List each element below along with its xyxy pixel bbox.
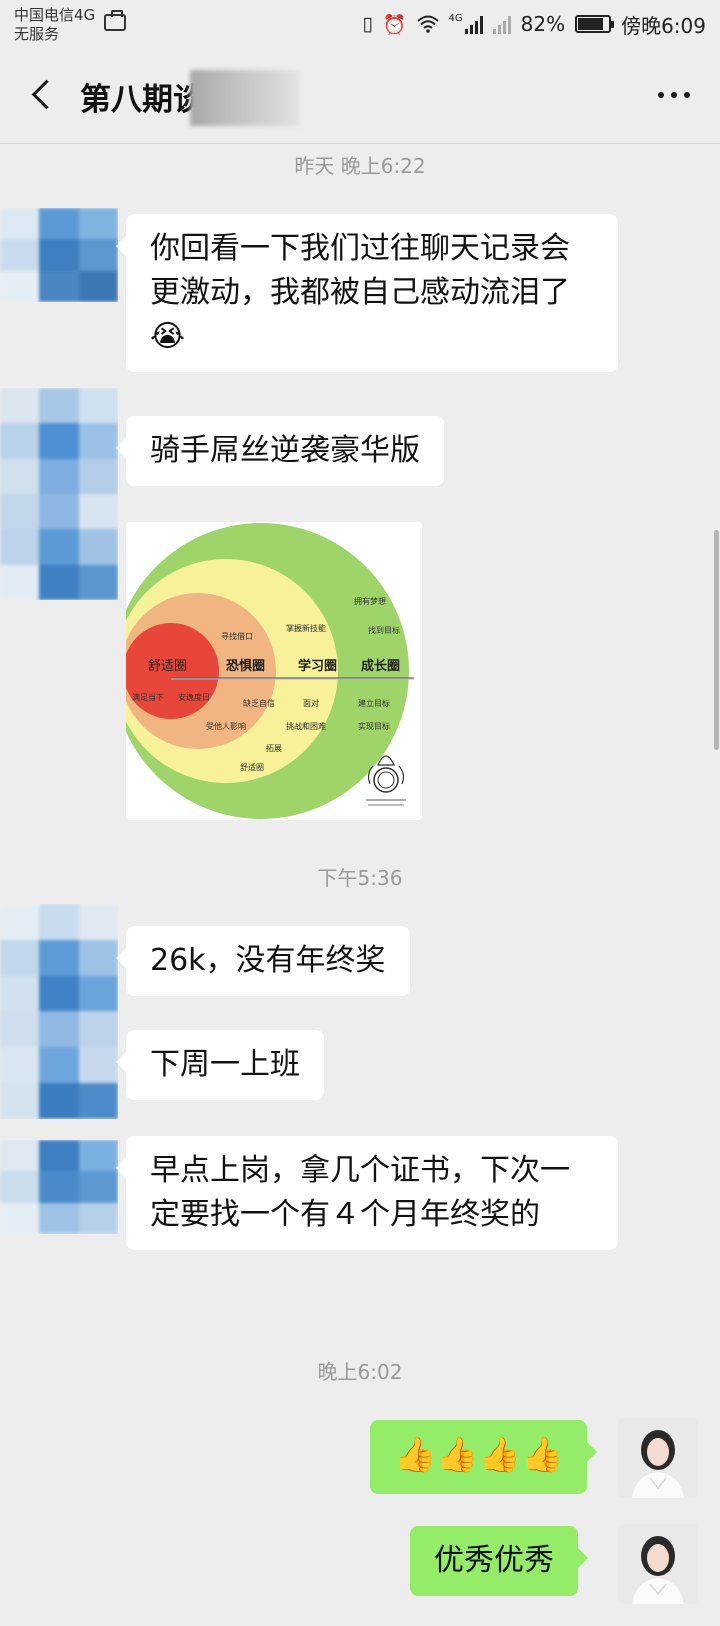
- comfort-zone-diagram: 舒适圈 恐惧圈 学习圈 成长圈 寻找借口 满足当下 缺乏自信 受他人影响 安逸度…: [126, 522, 422, 820]
- network-type: 4G: [448, 13, 463, 24]
- vibrate-icon: ▯: [362, 13, 373, 35]
- chat-header: 第八期谈: [0, 48, 720, 144]
- diagram-note: 拥有梦想: [354, 596, 386, 606]
- diagram-note: 拓展: [266, 743, 282, 753]
- diagram-note: 建立目标: [358, 698, 390, 708]
- zone-label-learning: 学习圈: [298, 658, 337, 674]
- carrier-info: 中国电信4G 无服务: [14, 6, 95, 44]
- diagram-note: 舒适圈: [240, 762, 264, 772]
- message-text: 下周一上班: [150, 1047, 300, 1082]
- timestamp: 晚上6:02: [317, 1360, 403, 1384]
- chat-title[interactable]: 第八期谈: [80, 74, 204, 119]
- diagram-note: 满足当下: [132, 692, 164, 702]
- scrollbar[interactable]: [714, 530, 719, 750]
- work-profile-icon: [104, 10, 126, 31]
- message-bubble[interactable]: 26k，没有年终奖: [116, 926, 410, 996]
- diagram-note: 安逸度日: [178, 692, 210, 702]
- my-message-bubble[interactable]: 优秀优秀: [410, 1526, 588, 1596]
- zone-label-growth: 成长圈: [361, 658, 400, 674]
- status-icons: ▯ ⏰ 4G 82% 傍晚6:09: [362, 10, 706, 38]
- diagram-note: 受他人影响: [206, 721, 246, 731]
- signal-icon: 4G: [449, 14, 483, 34]
- thumbs-up-icon: 👍👍👍👍: [394, 1435, 564, 1475]
- message-text: 骑手屌丝逆袭豪华版: [150, 433, 420, 468]
- diagram-note: 挑战和困难: [286, 721, 326, 731]
- sender-avatar[interactable]: [0, 1140, 118, 1234]
- diagram-note: 掌握新技能: [286, 623, 326, 633]
- more-options-icon[interactable]: [658, 92, 690, 98]
- sender-avatar[interactable]: [0, 208, 118, 302]
- status-bar: 中国电信4G 无服务 ▯ ⏰ 4G 82% 傍晚6:09: [0, 0, 720, 48]
- message-text: 早点上岗，拿几个证书，下次一定要找一个有４个月年终奖的: [150, 1153, 570, 1232]
- carrier-name: 中国电信4G: [14, 6, 96, 24]
- my-avatar[interactable]: [618, 1524, 698, 1604]
- diagram-note: 找到目标: [368, 625, 400, 635]
- clock: 傍晚6:09: [621, 13, 706, 38]
- zone-label-comfort: 舒适圈: [148, 659, 187, 674]
- wifi-icon: [416, 15, 439, 33]
- service-status: 无服务: [14, 25, 60, 43]
- battery-icon: [575, 15, 615, 33]
- zone-label-fear: 恐惧圈: [226, 658, 265, 674]
- sender-avatar[interactable]: [0, 388, 118, 600]
- signal-icon-2: [492, 14, 511, 34]
- title-redaction: [190, 70, 300, 126]
- my-avatar[interactable]: [618, 1418, 698, 1498]
- diagram-note: 实现目标: [358, 721, 390, 731]
- sender-avatar[interactable]: [0, 904, 118, 1119]
- message-text: 你回看一下我们过往聊天记录会更激动，我都被自己感动流泪了😭: [150, 231, 570, 354]
- image-message[interactable]: 舒适圈 恐惧圈 学习圈 成长圈 寻找借口 满足当下 缺乏自信 受他人影响 安逸度…: [126, 522, 422, 820]
- avatar-photo: [618, 1418, 698, 1498]
- timestamp: 下午5:36: [317, 866, 403, 890]
- message-text: 优秀优秀: [434, 1543, 554, 1578]
- back-arrow-icon[interactable]: [26, 78, 62, 114]
- message-bubble[interactable]: 下周一上班: [116, 1030, 324, 1100]
- avatar-photo: [618, 1524, 698, 1604]
- diagram-note: 缺乏自信: [243, 698, 275, 708]
- alarm-icon: ⏰: [382, 13, 407, 36]
- message-bubble[interactable]: 早点上岗，拿几个证书，下次一定要找一个有４个月年终奖的: [116, 1136, 618, 1250]
- message-bubble[interactable]: 你回看一下我们过往聊天记录会更激动，我都被自己感动流泪了😭: [116, 214, 618, 372]
- timestamp: 昨天 晚上6:22: [294, 154, 426, 178]
- diagram-note: 寻找借口: [221, 631, 253, 641]
- message-bubble[interactable]: 骑手屌丝逆袭豪华版: [116, 416, 444, 486]
- message-text: 26k，没有年终奖: [150, 943, 386, 978]
- diagram-note: 面对: [303, 698, 319, 708]
- battery-fill: [578, 18, 603, 30]
- my-message-bubble[interactable]: 👍👍👍👍: [370, 1420, 598, 1494]
- battery-percent: 82%: [520, 12, 566, 36]
